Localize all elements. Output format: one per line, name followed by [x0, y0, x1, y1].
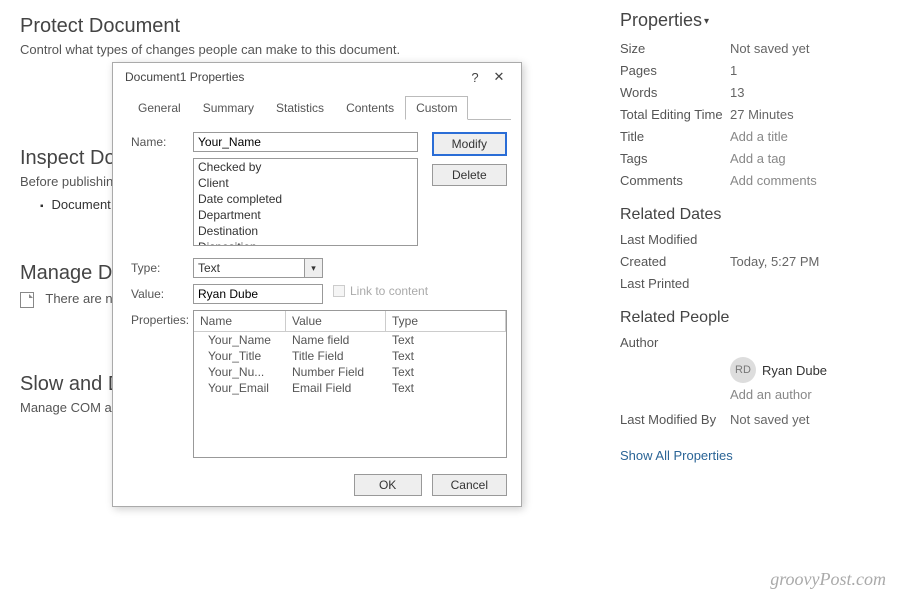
- chevron-down-icon[interactable]: ▾: [304, 259, 322, 277]
- prop-comments-label: Comments: [620, 173, 730, 188]
- col-type[interactable]: Type: [386, 311, 506, 331]
- value-label: Value:: [131, 284, 193, 301]
- table-row[interactable]: Your_TitleTitle FieldText: [194, 348, 506, 364]
- last-printed-label: Last Printed: [620, 276, 730, 291]
- created-value: Today, 5:27 PM: [730, 254, 819, 269]
- add-author-input[interactable]: Add an author: [730, 387, 812, 402]
- watermark: groovyPost.com: [770, 569, 886, 590]
- avatar[interactable]: RD: [730, 357, 756, 383]
- prop-title-label: Title: [620, 129, 730, 144]
- name-input[interactable]: [193, 132, 418, 152]
- manage-doc-line: There are no: [45, 291, 119, 306]
- col-value[interactable]: Value: [286, 311, 386, 331]
- chevron-down-icon: ▾: [704, 16, 709, 27]
- prop-pages-label: Pages: [620, 63, 730, 78]
- list-item[interactable]: Date completed: [194, 191, 417, 207]
- prop-words-label: Words: [620, 85, 730, 100]
- prop-size-value: Not saved yet: [730, 41, 810, 56]
- last-modified-by-label: Last Modified By: [620, 412, 730, 427]
- properties-table[interactable]: Name Value Type Your_NameName fieldText …: [193, 310, 507, 458]
- delete-button[interactable]: Delete: [432, 164, 507, 186]
- tab-statistics[interactable]: Statistics: [265, 96, 335, 120]
- show-all-properties-link[interactable]: Show All Properties: [620, 448, 733, 463]
- related-dates-heading: Related Dates: [620, 206, 880, 224]
- table-row[interactable]: Your_EmailEmail FieldText: [194, 380, 506, 396]
- dialog-title: Document1 Properties: [125, 70, 244, 84]
- help-button[interactable]: ?: [463, 70, 487, 85]
- tab-bar: General Summary Statistics Contents Cust…: [127, 95, 511, 120]
- name-suggestions-listbox[interactable]: Checked by Client Date completed Departm…: [193, 158, 418, 246]
- col-name[interactable]: Name: [194, 311, 286, 331]
- ok-button[interactable]: OK: [354, 474, 422, 496]
- list-item[interactable]: Checked by: [194, 159, 417, 175]
- prop-editing-time-label: Total Editing Time: [620, 107, 730, 122]
- close-button[interactable]: ✕: [487, 69, 511, 85]
- created-label: Created: [620, 254, 730, 269]
- type-label: Type:: [131, 258, 193, 275]
- last-modified-label: Last Modified: [620, 232, 730, 247]
- tab-summary[interactable]: Summary: [192, 96, 265, 120]
- tab-contents[interactable]: Contents: [335, 96, 405, 120]
- list-item[interactable]: Destination: [194, 223, 417, 239]
- list-item[interactable]: Department: [194, 207, 417, 223]
- related-people-heading: Related People: [620, 309, 880, 327]
- prop-size-label: Size: [620, 41, 730, 56]
- last-modified-by-value: Not saved yet: [730, 412, 810, 427]
- author-name[interactable]: Ryan Dube: [762, 363, 827, 378]
- list-item[interactable]: Client: [194, 175, 417, 191]
- value-input[interactable]: [193, 284, 323, 304]
- properties-dropdown[interactable]: Properties▾: [620, 10, 880, 31]
- prop-words-value: 13: [730, 85, 744, 100]
- properties-label: Properties:: [131, 310, 193, 327]
- properties-dialog: Document1 Properties ? ✕ General Summary…: [112, 62, 522, 507]
- cancel-button[interactable]: Cancel: [432, 474, 507, 496]
- table-row[interactable]: Your_Nu...Number FieldText: [194, 364, 506, 380]
- modify-button[interactable]: Modify: [432, 132, 507, 156]
- prop-comments-input[interactable]: Add comments: [730, 173, 817, 188]
- prop-tags-input[interactable]: Add a tag: [730, 151, 786, 166]
- prop-tags-label: Tags: [620, 151, 730, 166]
- tab-general[interactable]: General: [127, 96, 192, 120]
- link-to-content-checkbox: Link to content: [333, 284, 428, 298]
- type-select[interactable]: Text ▾: [193, 258, 323, 278]
- name-label: Name:: [131, 132, 193, 149]
- table-row[interactable]: Your_NameName fieldText: [194, 332, 506, 348]
- list-item[interactable]: Disposition: [194, 239, 417, 246]
- document-icon: [20, 292, 34, 308]
- tab-custom[interactable]: Custom: [405, 96, 468, 120]
- properties-panel: Properties▾ SizeNot saved yet Pages1 Wor…: [620, 10, 880, 463]
- prop-editing-time-value: 27 Minutes: [730, 107, 794, 122]
- prop-pages-value: 1: [730, 63, 737, 78]
- author-label: Author: [620, 335, 730, 350]
- prop-title-input[interactable]: Add a title: [730, 129, 788, 144]
